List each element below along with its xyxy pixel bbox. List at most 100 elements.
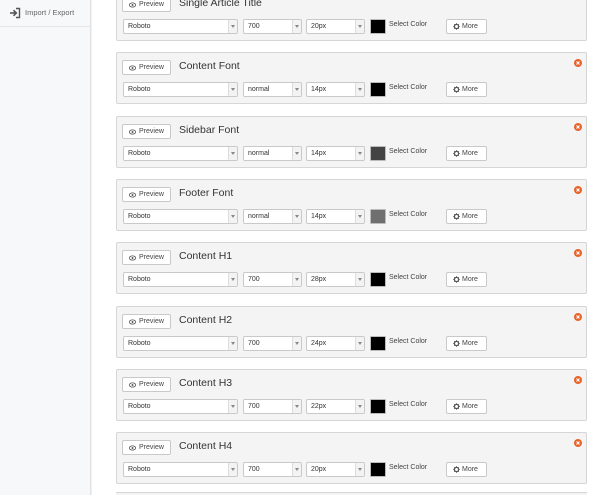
color-swatch[interactable]	[370, 336, 386, 351]
more-label: More	[462, 213, 478, 220]
font-weight-select[interactable]: normal	[243, 82, 302, 97]
font-family-select[interactable]: Roboto	[123, 146, 238, 161]
gear-icon	[453, 86, 460, 93]
chevron-down-icon	[228, 400, 237, 413]
close-icon[interactable]	[574, 59, 582, 67]
font-size-select[interactable]: 24px	[306, 336, 365, 351]
font-weight-select[interactable]: 700	[243, 399, 302, 414]
color-swatch[interactable]	[370, 19, 386, 34]
font-family-select[interactable]: Roboto	[123, 336, 238, 351]
close-icon[interactable]	[574, 186, 582, 194]
font-size-select[interactable]: 20px	[306, 462, 365, 477]
select-color-button[interactable]: Select Color	[389, 211, 427, 218]
font-family-select[interactable]: Roboto	[123, 209, 238, 224]
font-setting-card: Preview Content Font Roboto normal 14px …	[116, 52, 587, 104]
chevron-down-icon	[292, 83, 301, 96]
font-family-select[interactable]: Roboto	[123, 19, 238, 34]
chevron-down-icon	[292, 463, 301, 476]
select-color-button[interactable]: Select Color	[389, 148, 427, 155]
close-icon[interactable]	[574, 439, 582, 447]
font-family-select[interactable]: Roboto	[123, 82, 238, 97]
preview-label: Preview	[139, 381, 164, 388]
preview-button[interactable]: Preview	[122, 250, 171, 265]
preview-button[interactable]: Preview	[122, 377, 171, 392]
font-weight-select[interactable]: 700	[243, 272, 302, 287]
gear-icon	[453, 150, 460, 157]
font-family-value: Roboto	[128, 86, 151, 93]
color-swatch[interactable]	[370, 272, 386, 287]
preview-button[interactable]: Preview	[122, 124, 171, 139]
font-size-select[interactable]: 28px	[306, 272, 365, 287]
font-weight-value: 700	[248, 340, 260, 347]
color-swatch[interactable]	[370, 82, 386, 97]
gear-icon	[453, 403, 460, 410]
font-setting-title: Content H1	[179, 250, 233, 262]
font-weight-select[interactable]: 700	[243, 19, 302, 34]
font-size-value: 20px	[311, 23, 327, 30]
close-icon[interactable]	[574, 249, 582, 257]
font-weight-value: 700	[248, 403, 260, 410]
preview-label: Preview	[139, 128, 164, 135]
select-color-button[interactable]: Select Color	[389, 401, 427, 408]
font-family-select[interactable]: Roboto	[123, 462, 238, 477]
font-weight-value: normal	[248, 213, 270, 220]
font-weight-select[interactable]: normal	[243, 146, 302, 161]
more-label: More	[462, 466, 478, 473]
select-color-button[interactable]: Select Color	[389, 21, 427, 28]
chevron-down-icon	[292, 147, 301, 160]
more-button[interactable]: More	[446, 82, 487, 97]
eye-icon	[129, 192, 136, 198]
close-icon[interactable]	[574, 376, 582, 384]
select-color-button[interactable]: Select Color	[389, 84, 427, 91]
preview-label: Preview	[139, 191, 164, 198]
color-swatch[interactable]	[370, 146, 386, 161]
close-icon[interactable]	[574, 123, 582, 131]
font-setting-card: Preview Sidebar Font Roboto normal 14px …	[116, 116, 587, 168]
font-size-value: 20px	[311, 466, 327, 473]
preview-button[interactable]: Preview	[122, 187, 171, 202]
font-size-select[interactable]: 14px	[306, 82, 365, 97]
font-size-select[interactable]: 22px	[306, 399, 365, 414]
preview-button[interactable]: Preview	[122, 60, 171, 75]
chevron-down-icon	[228, 83, 237, 96]
color-swatch[interactable]	[370, 209, 386, 224]
font-setting-title: Footer Font	[179, 187, 234, 199]
font-setting-title: Single Article Title	[179, 0, 262, 9]
font-weight-select[interactable]: normal	[243, 209, 302, 224]
more-button[interactable]: More	[446, 336, 487, 351]
font-size-value: 28px	[311, 276, 327, 283]
font-setting-card: Preview Content H2 Roboto 700 24px Selec…	[116, 306, 587, 358]
eye-icon	[129, 65, 136, 71]
chevron-down-icon	[292, 273, 301, 286]
font-family-select[interactable]: Roboto	[123, 272, 238, 287]
font-family-select[interactable]: Roboto	[123, 399, 238, 414]
font-size-value: 14px	[311, 213, 327, 220]
select-color-button[interactable]: Select Color	[389, 464, 427, 471]
chevron-down-icon	[228, 273, 237, 286]
close-icon[interactable]	[574, 313, 582, 321]
color-swatch[interactable]	[370, 399, 386, 414]
more-button[interactable]: More	[446, 399, 487, 414]
more-button[interactable]: More	[446, 462, 487, 477]
more-button[interactable]: More	[446, 19, 487, 34]
more-button[interactable]: More	[446, 209, 487, 224]
preview-button[interactable]: Preview	[122, 0, 171, 12]
font-size-select[interactable]: 14px	[306, 146, 365, 161]
preview-label: Preview	[139, 1, 164, 8]
select-color-button[interactable]: Select Color	[389, 274, 427, 281]
color-swatch[interactable]	[370, 462, 386, 477]
sidebar: Import / Export	[0, 0, 91, 495]
font-weight-select[interactable]: 700	[243, 462, 302, 477]
more-button[interactable]: More	[446, 146, 487, 161]
eye-icon	[129, 319, 136, 325]
chevron-down-icon	[355, 147, 364, 160]
preview-button[interactable]: Preview	[122, 314, 171, 329]
preview-button[interactable]: Preview	[122, 440, 171, 455]
select-color-button[interactable]: Select Color	[389, 338, 427, 345]
sidebar-item-import-export[interactable]: Import / Export	[0, 0, 90, 27]
font-size-select[interactable]: 20px	[306, 19, 365, 34]
chevron-down-icon	[228, 147, 237, 160]
font-size-select[interactable]: 14px	[306, 209, 365, 224]
more-button[interactable]: More	[446, 272, 487, 287]
font-weight-select[interactable]: 700	[243, 336, 302, 351]
